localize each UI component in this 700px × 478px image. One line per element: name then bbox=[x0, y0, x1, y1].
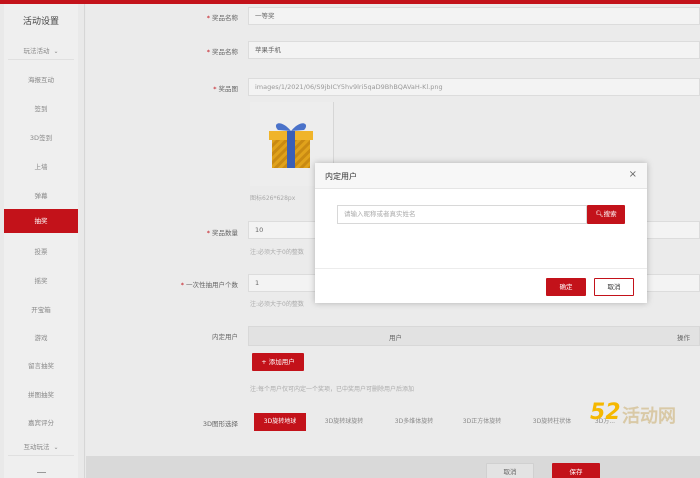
sidebar-title: 活动设置 bbox=[22, 17, 59, 27]
divider bbox=[84, 4, 85, 478]
chevron-down-icon: ⌄ bbox=[53, 48, 59, 55]
add-user-button[interactable]: + 添加用户 bbox=[252, 353, 304, 371]
prize-title-label: * 奖品名称 bbox=[206, 48, 238, 56]
tab-3d-polyhedron[interactable]: 3D多维体旋转 bbox=[384, 413, 444, 431]
sidebar-group-games[interactable]: 玩法活动 ⌄ bbox=[8, 42, 74, 60]
sidebar-item-guest-rating[interactable]: 嘉宾评分 bbox=[4, 411, 78, 435]
sidebar-item-puzzle-lottery[interactable]: 拼图抽奖 bbox=[4, 383, 78, 407]
modal-cancel-button[interactable]: 取消 bbox=[594, 278, 634, 296]
quantity-label: * 奖品数量 bbox=[206, 229, 238, 237]
close-icon[interactable]: × bbox=[629, 169, 637, 181]
modal-title: 内定用户 bbox=[325, 172, 357, 181]
sidebar-group-label: 互动玩法 bbox=[23, 443, 50, 451]
sidebar-item-wall[interactable]: 上墙 bbox=[4, 155, 78, 179]
chevron-down-icon: ⌄ bbox=[53, 444, 59, 451]
search-input[interactable]: 请输入昵称或者真实姓名 bbox=[337, 205, 587, 224]
search-button-label: 搜索 bbox=[603, 210, 617, 218]
gift-box-icon bbox=[269, 123, 313, 168]
search-icon: 🔍︎ bbox=[595, 210, 604, 218]
modal-divider bbox=[315, 268, 647, 269]
assigned-users-label: 内定用户 bbox=[212, 333, 238, 341]
sidebar-handle bbox=[37, 472, 46, 473]
prize-name-field[interactable]: 一等奖 bbox=[248, 7, 700, 25]
confirm-button[interactable]: 确定 bbox=[546, 278, 586, 296]
tab-3d-sphere[interactable]: 3D旋转球旋转 bbox=[314, 413, 374, 431]
watermark-text: 活动网 bbox=[622, 406, 676, 427]
sidebar-item-vote[interactable]: 投票 bbox=[4, 240, 78, 264]
prize-title-field[interactable]: 苹果手机 bbox=[248, 41, 700, 59]
cancel-button[interactable]: 取消 bbox=[486, 463, 534, 478]
assigned-users-note: 注:每个用户仅可内定一个奖项，已中奖用户可删除用户后添加 bbox=[250, 386, 415, 393]
per-user-hint: 注:必须大于0的整数 bbox=[250, 301, 304, 308]
column-user: 用户 bbox=[389, 334, 402, 342]
sidebar-item-shake[interactable]: 摇奖 bbox=[4, 269, 78, 293]
prize-image-label: * 奖品图 bbox=[213, 85, 238, 93]
image-size-hint: 图标626*628px bbox=[250, 195, 296, 202]
search-button[interactable]: 🔍︎搜索 bbox=[587, 205, 625, 224]
quantity-hint: 注:必须大于0的整数 bbox=[250, 249, 304, 256]
style-select-label: 3D图形选择 bbox=[202, 420, 238, 428]
sidebar: 活动设置 玩法活动 ⌄ 海报互动 签到 3D签到 上墙 弹幕 抽奖 投票 摇奖 开… bbox=[4, 4, 78, 478]
prize-image-path-field[interactable]: images/1/2021/06/S9jbICY5hv9lri5qaD9BhBQ… bbox=[248, 78, 700, 96]
sidebar-item-3d-checkin[interactable]: 3D签到 bbox=[4, 126, 78, 150]
sidebar-group-label: 玩法活动 bbox=[23, 47, 50, 55]
assigned-users-table-header: 用户 操作 bbox=[248, 326, 700, 346]
save-button[interactable]: 保存 bbox=[552, 463, 600, 478]
modal-header: 内定用户 × bbox=[315, 163, 647, 189]
sidebar-item-danmaku[interactable]: 弹幕 bbox=[4, 184, 78, 208]
tab-3d-column[interactable]: 3D旋转柱状体 bbox=[522, 413, 582, 431]
sidebar-item-lottery[interactable]: 抽奖 bbox=[4, 209, 78, 233]
assign-user-modal: 内定用户 × 请输入昵称或者真实姓名 🔍︎搜索 确定 取消 bbox=[315, 163, 647, 303]
sidebar-item-poster[interactable]: 海报互动 bbox=[4, 68, 78, 92]
prize-name-label: * 奖品名称 bbox=[206, 14, 238, 22]
watermark-number: 52 bbox=[590, 400, 621, 425]
sidebar-group-interact[interactable]: 互动玩法 ⌄ bbox=[8, 438, 74, 456]
site-watermark: 52 活动网 bbox=[590, 400, 698, 428]
form-footer bbox=[86, 456, 700, 478]
column-action: 操作 bbox=[677, 334, 690, 342]
tab-3d-cube[interactable]: 3D正方体旋转 bbox=[452, 413, 512, 431]
per-user-label: * 一次性抽用户个数 bbox=[180, 281, 238, 289]
sidebar-item-game[interactable]: 游戏 bbox=[4, 326, 78, 350]
sidebar-item-message-lottery[interactable]: 留言抽奖 bbox=[4, 354, 78, 378]
sidebar-item-treasure[interactable]: 开宝箱 bbox=[4, 298, 78, 322]
sidebar-item-checkin[interactable]: 签到 bbox=[4, 97, 78, 121]
tab-3d-globe[interactable]: 3D旋转地球 bbox=[254, 413, 306, 431]
